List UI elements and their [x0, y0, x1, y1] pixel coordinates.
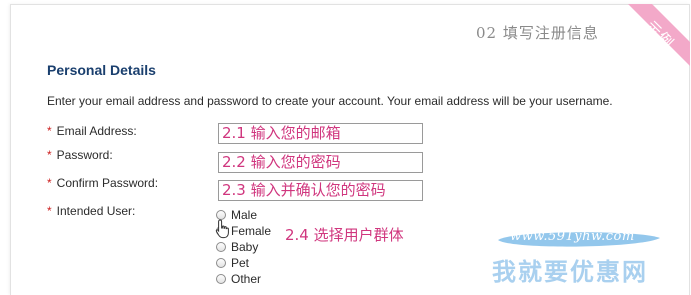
- password-label-text: Password:: [56, 148, 113, 162]
- confirm-password-field[interactable]: 2.3 输入并确认您的密码: [218, 180, 423, 201]
- radio-label: Female: [231, 223, 272, 238]
- radio-button[interactable]: [216, 209, 226, 220]
- intro-text: Enter your email address and password to…: [47, 94, 613, 108]
- radio-button[interactable]: [216, 241, 226, 252]
- password-label: * Password:: [47, 148, 113, 162]
- email-field[interactable]: 2.1 输入您的邮箱: [218, 123, 423, 144]
- radio-label: Other: [231, 271, 262, 286]
- confirm-password-label-text: Confirm Password:: [56, 176, 159, 190]
- radio-label: Pet: [231, 255, 250, 270]
- watermark-brand: 我就要优惠网: [492, 258, 648, 286]
- required-marker: *: [47, 148, 52, 162]
- hand-pointer-icon: [215, 219, 229, 239]
- radio-option-pet[interactable]: Pet: [216, 255, 249, 270]
- required-marker: *: [47, 204, 52, 218]
- radio-label: Baby: [231, 239, 259, 254]
- intended-user-hint: 2.4 选择用户群体: [285, 226, 404, 244]
- intended-user-label: * Intended User:: [47, 204, 135, 218]
- confirm-password-label: * Confirm Password:: [47, 176, 158, 190]
- section-title: Personal Details: [47, 62, 156, 78]
- email-label: * Email Address:: [47, 124, 137, 138]
- email-label-text: Email Address:: [56, 124, 137, 138]
- password-field[interactable]: 2.2 输入您的密码: [218, 152, 423, 173]
- required-marker: *: [47, 124, 52, 138]
- radio-label: Male: [231, 207, 258, 222]
- corner-ribbon: 示例: [620, 4, 690, 74]
- intended-user-label-text: Intended User:: [56, 204, 136, 218]
- radio-option-baby[interactable]: Baby: [216, 239, 258, 254]
- watermark-url: www.591yhw.com: [510, 229, 635, 244]
- radio-button[interactable]: [216, 273, 226, 284]
- step-title: 02 填写注册信息: [476, 24, 599, 42]
- radio-button[interactable]: [216, 257, 226, 268]
- radio-option-other[interactable]: Other: [216, 271, 261, 286]
- required-marker: *: [47, 176, 52, 190]
